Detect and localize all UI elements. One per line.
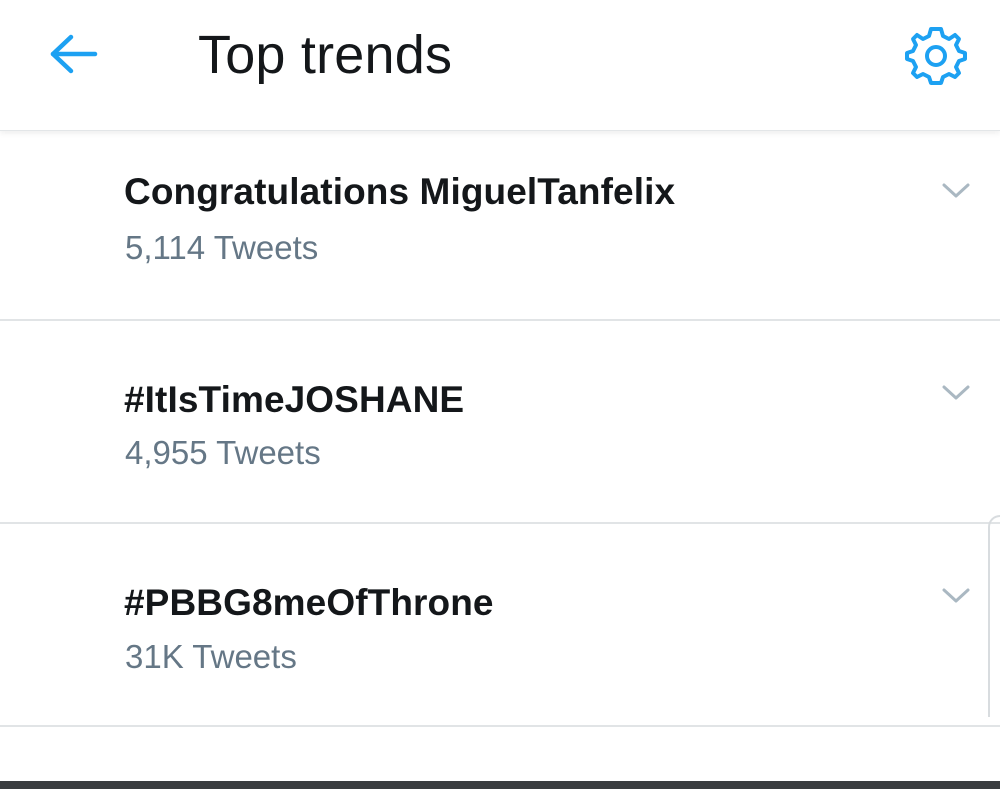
arrow-left-icon [50,34,98,74]
bottom-bar [0,781,1000,789]
trend-name: #PBBG8meOfThrone [124,582,494,623]
trend-tweet-count: 5,114 Tweets [125,229,319,266]
trend-tweet-count: 31K Tweets [125,638,297,675]
page-title: Top trends [198,25,453,85]
trend-tweet-count: 4,955 Tweets [125,434,321,471]
chevron-down-icon[interactable] [938,584,974,608]
settings-button[interactable] [900,22,972,90]
chevron-down-icon[interactable] [938,179,974,203]
gear-icon [905,27,967,85]
trend-name: Congratulations MiguelTanfelix [124,171,676,212]
trend-item[interactable]: Congratulations MiguelTanfelix 5,114 Twe… [0,131,1000,321]
trend-name: #ItIsTimeJOSHANE [124,379,465,420]
scroll-edge [988,515,1000,717]
trends-list: Congratulations MiguelTanfelix 5,114 Twe… [0,131,1000,727]
top-bar: Top trends [0,0,1000,131]
trend-item[interactable]: #ItIsTimeJOSHANE 4,955 Tweets [0,321,1000,524]
chevron-down-icon[interactable] [938,381,974,405]
back-button[interactable] [40,26,108,82]
trend-item[interactable]: #PBBG8meOfThrone 31K Tweets [0,524,1000,727]
